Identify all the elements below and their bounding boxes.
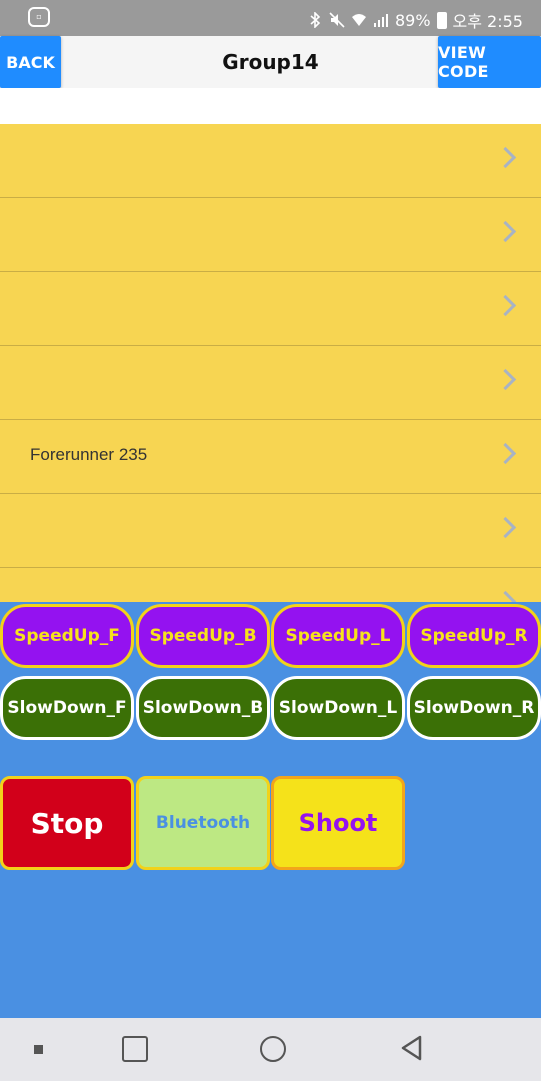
- app-notification-icon: ▫: [28, 7, 50, 27]
- chevron-right-icon: [494, 220, 517, 243]
- speedup-f-button[interactable]: SpeedUp_F: [0, 604, 134, 668]
- chevron-right-icon: [494, 294, 517, 317]
- signal-icon: [373, 14, 388, 27]
- device-list[interactable]: Forerunner 235: [0, 124, 541, 602]
- chevron-right-icon: [494, 590, 517, 602]
- list-item[interactable]: [0, 272, 541, 346]
- speedup-l-button[interactable]: SpeedUp_L: [271, 604, 405, 668]
- wifi-icon: [351, 14, 366, 26]
- mute-icon: [329, 12, 345, 28]
- spacer: [0, 88, 541, 124]
- page-title: Group14: [222, 50, 319, 74]
- top-bar: BACK Group14 VIEW CODE: [0, 36, 541, 88]
- slowdown-r-button[interactable]: SlowDown_R: [407, 676, 541, 740]
- chevron-right-icon: [494, 146, 517, 169]
- list-item[interactable]: Forerunner 235: [0, 420, 541, 494]
- view-code-button[interactable]: VIEW CODE: [438, 36, 541, 88]
- navigation-bar: [0, 1018, 541, 1081]
- slowdown-l-button[interactable]: SlowDown_L: [271, 676, 405, 740]
- shoot-button[interactable]: Shoot: [271, 776, 405, 870]
- home-icon[interactable]: [260, 1036, 286, 1062]
- back-button[interactable]: BACK: [0, 36, 61, 88]
- speedup-r-button[interactable]: SpeedUp_R: [407, 604, 541, 668]
- stop-button[interactable]: Stop: [0, 776, 134, 870]
- bluetooth-icon: [310, 12, 321, 28]
- bluetooth-button[interactable]: Bluetooth: [136, 776, 270, 870]
- slowdown-b-button[interactable]: SlowDown_B: [136, 676, 270, 740]
- list-item[interactable]: [0, 346, 541, 420]
- slowdown-f-button[interactable]: SlowDown_F: [0, 676, 134, 740]
- speedup-b-button[interactable]: SpeedUp_B: [136, 604, 270, 668]
- status-bar: ▫ 89% 오후 2:55: [0, 0, 541, 36]
- battery-icon: [436, 11, 447, 29]
- back-triangle-icon[interactable]: [398, 1034, 426, 1062]
- chevron-right-icon: [494, 368, 517, 391]
- chevron-right-icon: [494, 442, 517, 465]
- list-item[interactable]: [0, 124, 541, 198]
- chevron-right-icon: [494, 516, 517, 539]
- status-icons: 89% 오후 2:55: [307, 8, 523, 32]
- battery-percent: 89%: [394, 10, 431, 30]
- list-item[interactable]: [0, 198, 541, 272]
- status-time: 오후 2:55: [452, 12, 523, 31]
- list-item[interactable]: [0, 494, 541, 568]
- list-item-label: Forerunner 235: [30, 445, 148, 464]
- control-panel: SpeedUp_F SpeedUp_B SpeedUp_L SpeedUp_R …: [0, 602, 541, 1018]
- recent-apps-icon[interactable]: [122, 1036, 148, 1062]
- nav-menu-dot-icon[interactable]: [34, 1045, 43, 1054]
- list-item[interactable]: [0, 568, 541, 602]
